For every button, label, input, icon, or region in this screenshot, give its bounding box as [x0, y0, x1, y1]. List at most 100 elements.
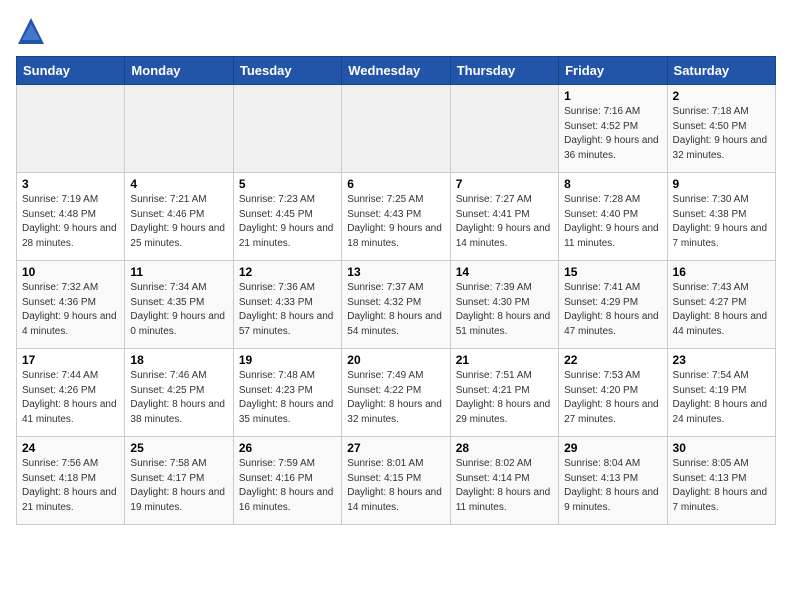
day-info: Sunrise: 7:21 AMSunset: 4:46 PMDaylight:… [130, 194, 225, 249]
calendar-cell: 16 Sunrise: 7:43 AMSunset: 4:27 PMDaylig… [667, 261, 775, 349]
day-info: Sunrise: 7:30 AMSunset: 4:38 PMDaylight:… [673, 194, 768, 249]
calendar-cell: 25 Sunrise: 7:58 AMSunset: 4:17 PMDaylig… [125, 437, 233, 525]
calendar-cell [233, 85, 341, 173]
page-header [16, 16, 776, 46]
calendar-day-header: Monday [125, 57, 233, 85]
day-number: 28 [456, 441, 553, 455]
calendar-cell: 26 Sunrise: 7:59 AMSunset: 4:16 PMDaylig… [233, 437, 341, 525]
calendar-cell: 5 Sunrise: 7:23 AMSunset: 4:45 PMDayligh… [233, 173, 341, 261]
calendar-cell: 12 Sunrise: 7:36 AMSunset: 4:33 PMDaylig… [233, 261, 341, 349]
calendar-cell: 8 Sunrise: 7:28 AMSunset: 4:40 PMDayligh… [559, 173, 667, 261]
day-info: Sunrise: 7:19 AMSunset: 4:48 PMDaylight:… [22, 194, 117, 249]
calendar-cell: 23 Sunrise: 7:54 AMSunset: 4:19 PMDaylig… [667, 349, 775, 437]
calendar-day-header: Wednesday [342, 57, 450, 85]
day-info: Sunrise: 7:34 AMSunset: 4:35 PMDaylight:… [130, 282, 225, 337]
calendar-day-header: Sunday [17, 57, 125, 85]
day-info: Sunrise: 7:59 AMSunset: 4:16 PMDaylight:… [239, 458, 334, 513]
day-number: 30 [673, 441, 770, 455]
calendar-week-row: 3 Sunrise: 7:19 AMSunset: 4:48 PMDayligh… [17, 173, 776, 261]
day-info: Sunrise: 7:28 AMSunset: 4:40 PMDaylight:… [564, 194, 659, 249]
day-number: 6 [347, 177, 444, 191]
day-info: Sunrise: 7:58 AMSunset: 4:17 PMDaylight:… [130, 458, 225, 513]
day-number: 13 [347, 265, 444, 279]
day-number: 19 [239, 353, 336, 367]
calendar-cell [17, 85, 125, 173]
day-number: 7 [456, 177, 553, 191]
calendar-cell: 1 Sunrise: 7:16 AMSunset: 4:52 PMDayligh… [559, 85, 667, 173]
day-info: Sunrise: 7:46 AMSunset: 4:25 PMDaylight:… [130, 370, 225, 425]
day-info: Sunrise: 7:56 AMSunset: 4:18 PMDaylight:… [22, 458, 117, 513]
day-number: 20 [347, 353, 444, 367]
day-info: Sunrise: 7:25 AMSunset: 4:43 PMDaylight:… [347, 194, 442, 249]
day-info: Sunrise: 8:05 AMSunset: 4:13 PMDaylight:… [673, 458, 768, 513]
calendar-cell: 9 Sunrise: 7:30 AMSunset: 4:38 PMDayligh… [667, 173, 775, 261]
calendar-cell: 28 Sunrise: 8:02 AMSunset: 4:14 PMDaylig… [450, 437, 558, 525]
calendar-week-row: 24 Sunrise: 7:56 AMSunset: 4:18 PMDaylig… [17, 437, 776, 525]
calendar-cell: 11 Sunrise: 7:34 AMSunset: 4:35 PMDaylig… [125, 261, 233, 349]
day-number: 5 [239, 177, 336, 191]
calendar-day-header: Friday [559, 57, 667, 85]
day-info: Sunrise: 7:44 AMSunset: 4:26 PMDaylight:… [22, 370, 117, 425]
day-info: Sunrise: 7:37 AMSunset: 4:32 PMDaylight:… [347, 282, 442, 337]
day-info: Sunrise: 7:23 AMSunset: 4:45 PMDaylight:… [239, 194, 334, 249]
day-info: Sunrise: 7:41 AMSunset: 4:29 PMDaylight:… [564, 282, 659, 337]
day-number: 21 [456, 353, 553, 367]
calendar-cell: 30 Sunrise: 8:05 AMSunset: 4:13 PMDaylig… [667, 437, 775, 525]
calendar-header-row: SundayMondayTuesdayWednesdayThursdayFrid… [17, 57, 776, 85]
calendar-cell: 29 Sunrise: 8:04 AMSunset: 4:13 PMDaylig… [559, 437, 667, 525]
day-number: 9 [673, 177, 770, 191]
calendar-cell: 15 Sunrise: 7:41 AMSunset: 4:29 PMDaylig… [559, 261, 667, 349]
day-number: 10 [22, 265, 119, 279]
calendar-cell: 10 Sunrise: 7:32 AMSunset: 4:36 PMDaylig… [17, 261, 125, 349]
day-number: 22 [564, 353, 661, 367]
calendar-week-row: 17 Sunrise: 7:44 AMSunset: 4:26 PMDaylig… [17, 349, 776, 437]
calendar-cell: 27 Sunrise: 8:01 AMSunset: 4:15 PMDaylig… [342, 437, 450, 525]
calendar-cell: 22 Sunrise: 7:53 AMSunset: 4:20 PMDaylig… [559, 349, 667, 437]
calendar-day-header: Saturday [667, 57, 775, 85]
day-number: 1 [564, 89, 661, 103]
calendar-cell [342, 85, 450, 173]
calendar-day-header: Thursday [450, 57, 558, 85]
calendar-cell [125, 85, 233, 173]
calendar-week-row: 10 Sunrise: 7:32 AMSunset: 4:36 PMDaylig… [17, 261, 776, 349]
day-number: 26 [239, 441, 336, 455]
calendar-cell: 21 Sunrise: 7:51 AMSunset: 4:21 PMDaylig… [450, 349, 558, 437]
day-number: 15 [564, 265, 661, 279]
day-number: 29 [564, 441, 661, 455]
day-info: Sunrise: 7:18 AMSunset: 4:50 PMDaylight:… [673, 106, 768, 161]
day-number: 24 [22, 441, 119, 455]
day-info: Sunrise: 7:49 AMSunset: 4:22 PMDaylight:… [347, 370, 442, 425]
day-info: Sunrise: 7:32 AMSunset: 4:36 PMDaylight:… [22, 282, 117, 337]
calendar-cell: 13 Sunrise: 7:37 AMSunset: 4:32 PMDaylig… [342, 261, 450, 349]
calendar-cell: 2 Sunrise: 7:18 AMSunset: 4:50 PMDayligh… [667, 85, 775, 173]
calendar-cell: 14 Sunrise: 7:39 AMSunset: 4:30 PMDaylig… [450, 261, 558, 349]
calendar-cell: 24 Sunrise: 7:56 AMSunset: 4:18 PMDaylig… [17, 437, 125, 525]
day-number: 11 [130, 265, 227, 279]
day-number: 17 [22, 353, 119, 367]
calendar-cell: 6 Sunrise: 7:25 AMSunset: 4:43 PMDayligh… [342, 173, 450, 261]
day-info: Sunrise: 7:53 AMSunset: 4:20 PMDaylight:… [564, 370, 659, 425]
day-info: Sunrise: 7:16 AMSunset: 4:52 PMDaylight:… [564, 106, 659, 161]
day-info: Sunrise: 7:43 AMSunset: 4:27 PMDaylight:… [673, 282, 768, 337]
day-info: Sunrise: 8:04 AMSunset: 4:13 PMDaylight:… [564, 458, 659, 513]
day-info: Sunrise: 7:51 AMSunset: 4:21 PMDaylight:… [456, 370, 551, 425]
calendar-cell: 3 Sunrise: 7:19 AMSunset: 4:48 PMDayligh… [17, 173, 125, 261]
day-number: 18 [130, 353, 227, 367]
day-number: 27 [347, 441, 444, 455]
day-info: Sunrise: 8:02 AMSunset: 4:14 PMDaylight:… [456, 458, 551, 513]
calendar-cell: 19 Sunrise: 7:48 AMSunset: 4:23 PMDaylig… [233, 349, 341, 437]
calendar-cell: 7 Sunrise: 7:27 AMSunset: 4:41 PMDayligh… [450, 173, 558, 261]
day-number: 25 [130, 441, 227, 455]
day-number: 8 [564, 177, 661, 191]
calendar-week-row: 1 Sunrise: 7:16 AMSunset: 4:52 PMDayligh… [17, 85, 776, 173]
calendar-cell: 20 Sunrise: 7:49 AMSunset: 4:22 PMDaylig… [342, 349, 450, 437]
calendar-cell: 18 Sunrise: 7:46 AMSunset: 4:25 PMDaylig… [125, 349, 233, 437]
calendar-table: SundayMondayTuesdayWednesdayThursdayFrid… [16, 56, 776, 525]
day-info: Sunrise: 7:39 AMSunset: 4:30 PMDaylight:… [456, 282, 551, 337]
calendar-cell: 4 Sunrise: 7:21 AMSunset: 4:46 PMDayligh… [125, 173, 233, 261]
logo [16, 16, 50, 46]
day-number: 2 [673, 89, 770, 103]
day-number: 14 [456, 265, 553, 279]
day-info: Sunrise: 8:01 AMSunset: 4:15 PMDaylight:… [347, 458, 442, 513]
day-number: 12 [239, 265, 336, 279]
